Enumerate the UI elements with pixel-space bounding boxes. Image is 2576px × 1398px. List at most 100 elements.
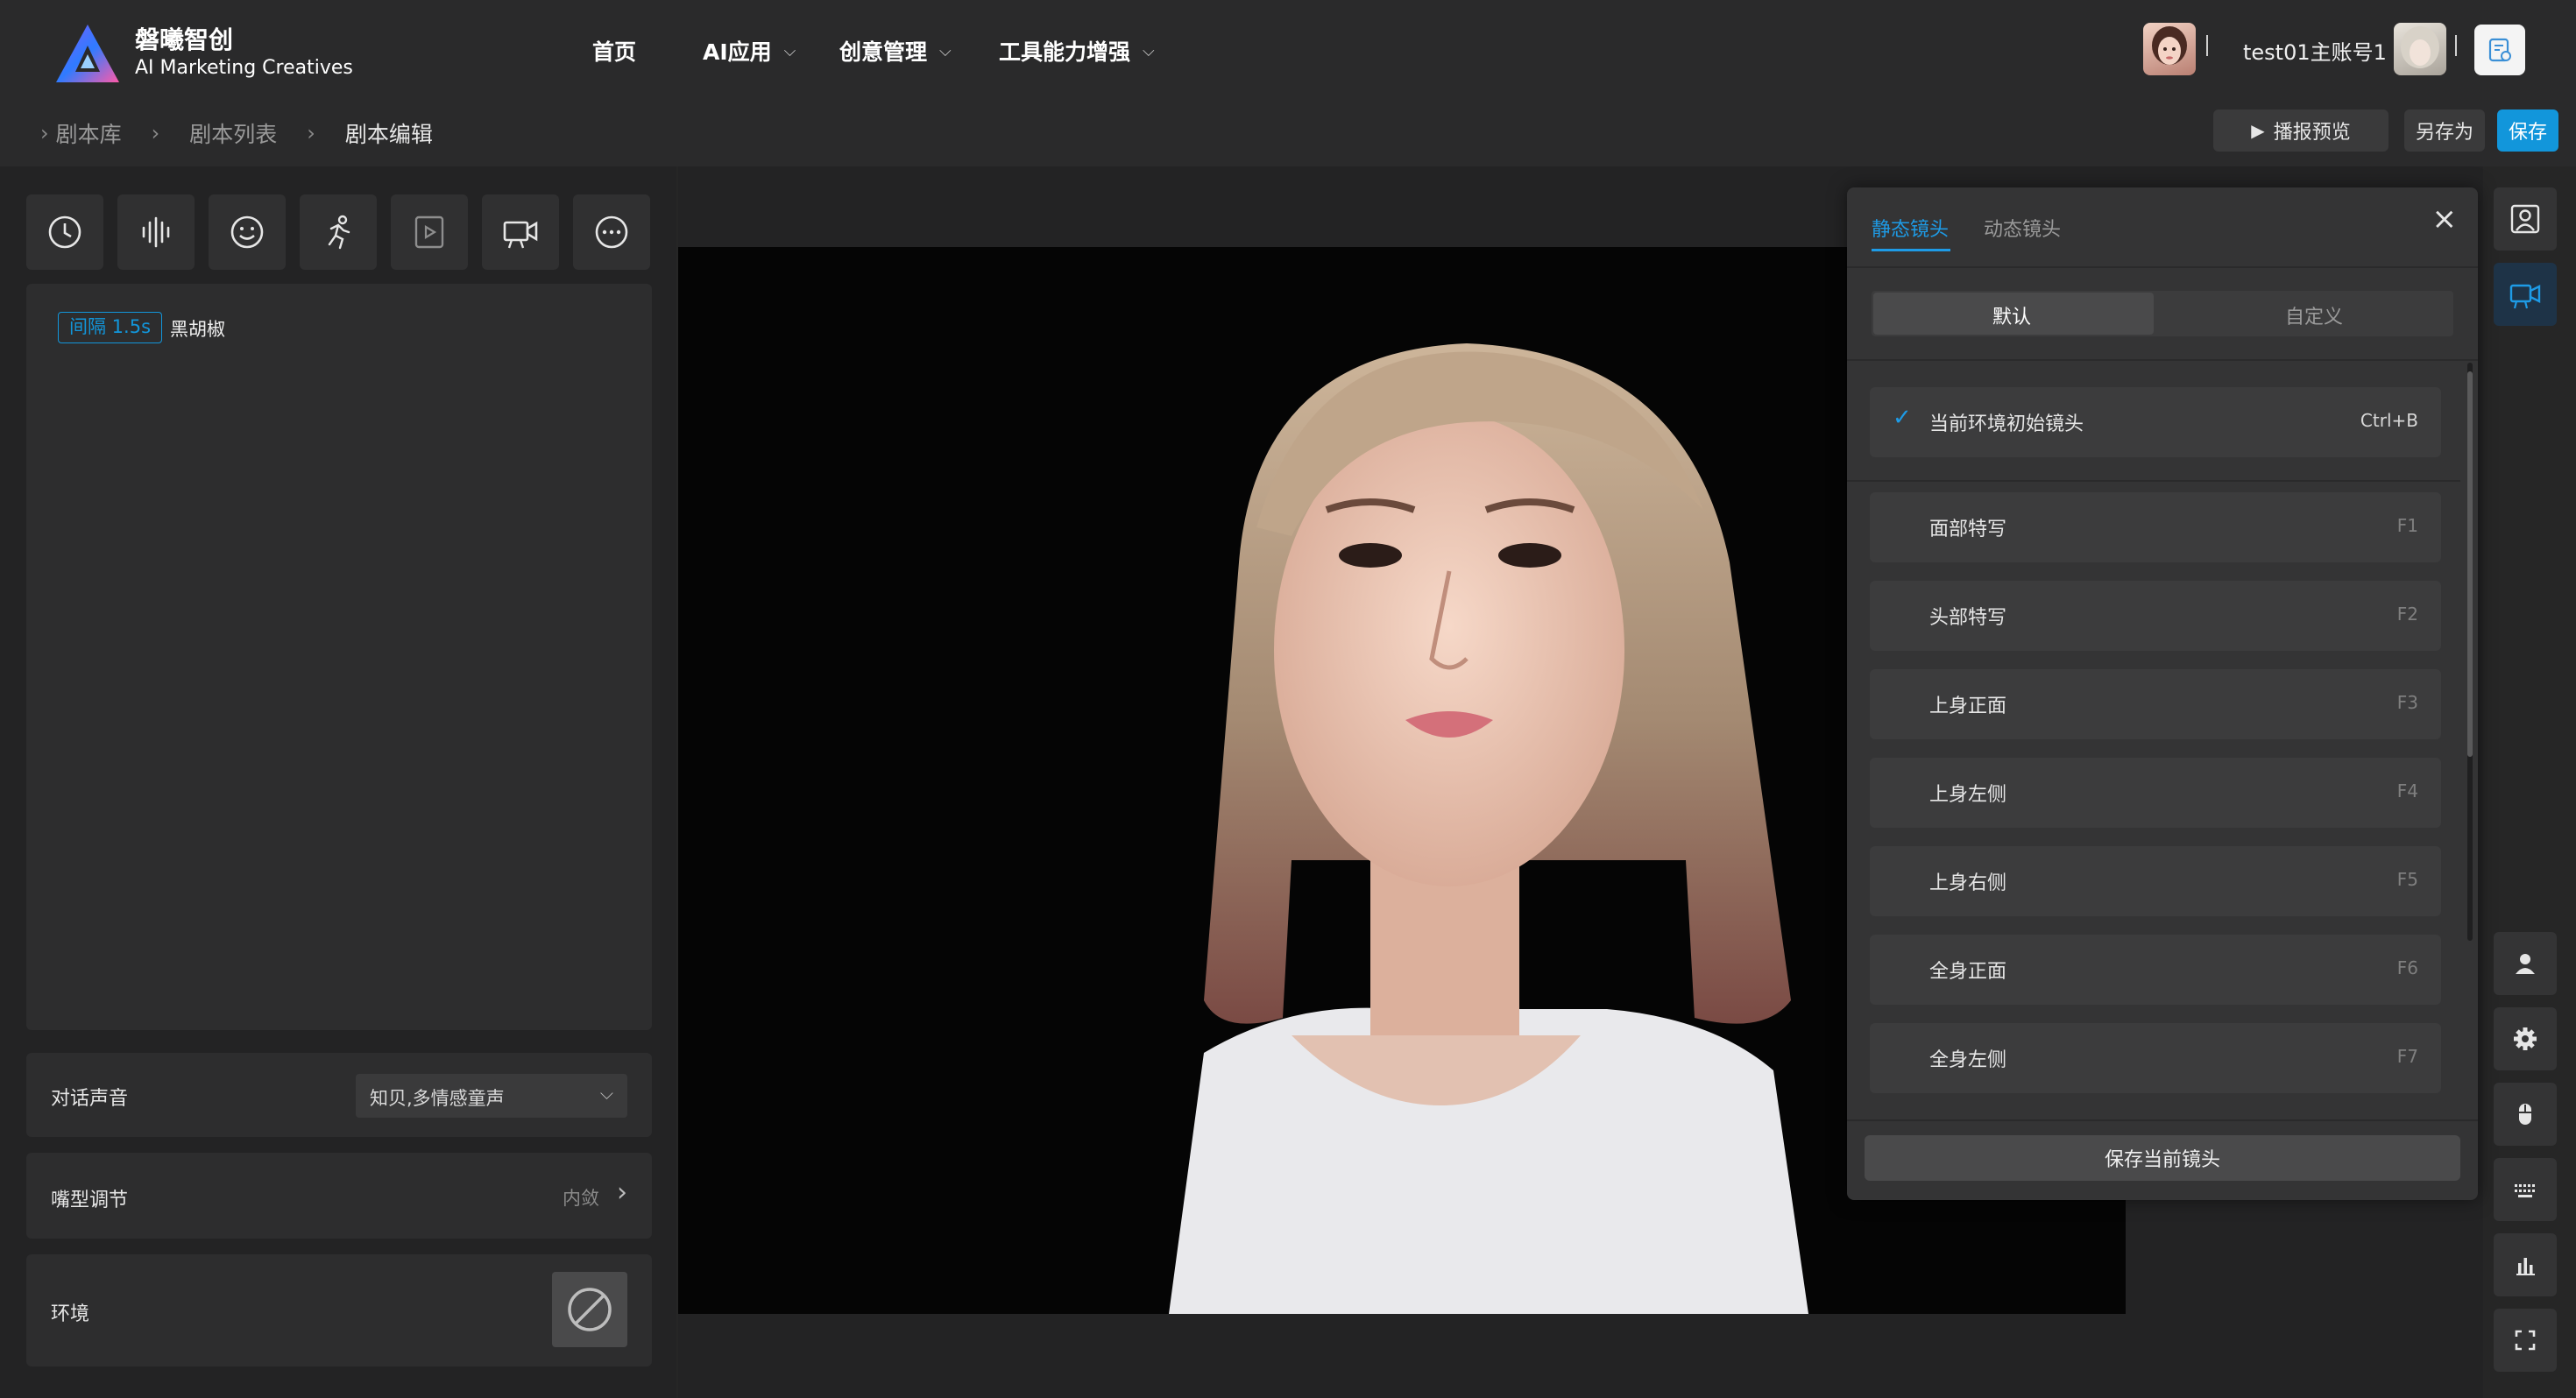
environment-picker[interactable] bbox=[552, 1272, 627, 1347]
chevron-right-icon: › bbox=[151, 121, 160, 145]
camera-item-label: 全身正面 bbox=[1929, 961, 2007, 983]
mouth-label: 嘴型调节 bbox=[51, 1190, 129, 1211]
camera-item-label: 当前环境初始镜头 bbox=[1929, 413, 2084, 435]
user-avatar[interactable] bbox=[2394, 23, 2446, 75]
video-play-icon bbox=[414, 215, 444, 249]
rail-camera-button[interactable] bbox=[2494, 263, 2557, 326]
camera-item-shortcut: F5 bbox=[2396, 869, 2418, 890]
voice-select[interactable]: 知贝,多情感童声 ⌵ bbox=[356, 1074, 627, 1118]
nav-tools[interactable]: 工具能力增强 ⌵ bbox=[999, 32, 1155, 70]
help-button[interactable] bbox=[2474, 25, 2525, 75]
camera-item[interactable]: 上身正面 F3 bbox=[1870, 669, 2441, 739]
camera-item[interactable]: 上身右侧 F5 bbox=[1870, 846, 2441, 916]
camera-subtabs: 默认 自定义 bbox=[1872, 291, 2453, 336]
scrollbar[interactable] bbox=[2467, 363, 2473, 941]
rail-fullscreen-button[interactable] bbox=[2494, 1309, 2557, 1372]
tool-video-button[interactable] bbox=[391, 194, 468, 270]
preview-button-label: 播报预览 bbox=[2273, 122, 2351, 144]
digital-human-avatar[interactable] bbox=[2143, 23, 2196, 75]
camera-item-shortcut: Ctrl+B bbox=[2360, 410, 2418, 431]
chevron-down-icon: ⌵ bbox=[1143, 41, 1155, 60]
tab-dynamic-camera[interactable]: 动态镜头 bbox=[1984, 214, 2061, 242]
brand[interactable]: 磐曦智创 AI Marketing Creatives bbox=[54, 23, 353, 84]
mouse-icon bbox=[2519, 1104, 2531, 1125]
tab-static-camera[interactable]: 静态镜头 bbox=[1872, 214, 1949, 242]
environment-label: 环境 bbox=[51, 1303, 90, 1325]
clock-icon bbox=[48, 215, 81, 249]
camera-item-label: 面部特写 bbox=[1929, 519, 2007, 540]
camera-item[interactable]: 上身左侧 F4 bbox=[1870, 758, 2441, 828]
camera-item-shortcut: F4 bbox=[2396, 780, 2418, 801]
chevron-right-icon: › bbox=[307, 121, 315, 145]
camera-item-label: 上身右侧 bbox=[1929, 872, 2007, 894]
save-current-camera-button[interactable]: 保存当前镜头 bbox=[1865, 1135, 2460, 1181]
check-icon: ✓ bbox=[1893, 405, 1912, 431]
camera-item[interactable]: 头部特写 F2 bbox=[1870, 581, 2441, 651]
camera-item-label: 全身左侧 bbox=[1929, 1049, 2007, 1071]
chevron-down-icon: ⌵ bbox=[599, 1083, 613, 1104]
camera-panel: 静态镜头 动态镜头 × 默认 自定义 ✓ 当前环境初始镜头 Ctrl+B 面部特… bbox=[1847, 187, 2478, 1200]
brand-tagline: AI Marketing Creatives bbox=[135, 57, 353, 79]
camera-item-shortcut: F1 bbox=[2396, 515, 2418, 536]
divider bbox=[2206, 35, 2208, 56]
mouth-setting[interactable]: 嘴型调节 内敛 › bbox=[26, 1153, 652, 1239]
tool-camera-button[interactable] bbox=[482, 194, 559, 270]
active-tab-indicator bbox=[1872, 249, 1950, 251]
save-button[interactable]: 保存 bbox=[2497, 109, 2558, 152]
rail-person-button[interactable] bbox=[2494, 932, 2557, 995]
divider bbox=[1847, 266, 2478, 268]
breadcrumb-script-list[interactable]: 剧本列表 bbox=[189, 117, 277, 149]
breadcrumb-script-library[interactable]: 剧本库 bbox=[56, 117, 122, 149]
chevron-right-icon: › bbox=[40, 121, 49, 145]
script-editor[interactable]: 间隔 1.5s 黑胡椒 bbox=[26, 284, 652, 1030]
camera-icon bbox=[503, 221, 538, 249]
face-icon bbox=[2152, 26, 2187, 65]
camera-item[interactable]: 全身正面 F6 bbox=[1870, 935, 2441, 1005]
none-icon bbox=[568, 1288, 612, 1331]
camera-item-current[interactable]: ✓ 当前环境初始镜头 Ctrl+B bbox=[1870, 387, 2441, 457]
save-label: 保存 bbox=[2508, 122, 2547, 144]
camera-item-label: 上身左侧 bbox=[1929, 784, 2007, 806]
rail-settings-button[interactable] bbox=[2494, 1007, 2557, 1070]
tool-interval-button[interactable] bbox=[26, 194, 103, 270]
tool-more-button[interactable] bbox=[573, 194, 650, 270]
camera-item-shortcut: F6 bbox=[2396, 957, 2418, 978]
environment-setting: 环境 bbox=[26, 1254, 652, 1366]
interval-tag[interactable]: 间隔 1.5s bbox=[58, 312, 163, 343]
nav-ai-apps[interactable]: AI应用 ⌵ bbox=[703, 32, 796, 70]
close-icon[interactable]: × bbox=[2432, 201, 2458, 237]
scrollbar-thumb[interactable] bbox=[2467, 371, 2473, 757]
tool-audio-button[interactable] bbox=[117, 194, 195, 270]
nav-creative-management[interactable]: 创意管理 ⌵ bbox=[839, 32, 952, 70]
subtab-custom[interactable]: 自定义 bbox=[2285, 301, 2343, 329]
camera-item-shortcut: F2 bbox=[2396, 604, 2418, 625]
tool-expression-button[interactable] bbox=[209, 194, 286, 270]
keyboard-icon bbox=[2515, 1184, 2535, 1197]
camera-item-label: 头部特写 bbox=[1929, 607, 2007, 629]
rail-stats-button[interactable] bbox=[2494, 1233, 2557, 1296]
save-as-button[interactable]: 另存为 bbox=[2404, 109, 2485, 152]
fullscreen-icon bbox=[2515, 1330, 2536, 1351]
nav-ai-apps-label: AI应用 bbox=[703, 39, 772, 65]
divider bbox=[1847, 359, 2478, 361]
rail-avatar-button[interactable] bbox=[2494, 187, 2557, 251]
voice-select-value: 知贝,多情感童声 bbox=[370, 1088, 505, 1109]
portrait-icon bbox=[2510, 204, 2540, 234]
nav-home[interactable]: 首页 bbox=[592, 32, 636, 70]
audio-wave-icon bbox=[142, 216, 170, 248]
camera-item[interactable]: 全身左侧 F7 bbox=[1870, 1023, 2441, 1093]
help-doc-icon bbox=[2488, 38, 2511, 62]
preview-button[interactable]: ▶ 播报预览 bbox=[2213, 109, 2388, 152]
mouth-value: 内敛 bbox=[563, 1188, 599, 1209]
account-name[interactable]: test01主账号1 bbox=[2243, 35, 2387, 66]
chevron-down-icon: ⌵ bbox=[783, 41, 796, 60]
script-text[interactable]: 黑胡椒 bbox=[170, 315, 225, 342]
tool-action-button[interactable] bbox=[300, 194, 377, 270]
save-as-label: 另存为 bbox=[2415, 122, 2473, 144]
nav-tools-label: 工具能力增强 bbox=[999, 39, 1131, 65]
camera-item[interactable]: 面部特写 F1 bbox=[1870, 492, 2441, 562]
rail-mouse-button[interactable] bbox=[2494, 1083, 2557, 1146]
play-icon: ▶ bbox=[2251, 120, 2265, 141]
subtab-default[interactable]: 默认 bbox=[1992, 301, 2031, 329]
rail-keyboard-button[interactable] bbox=[2494, 1158, 2557, 1221]
